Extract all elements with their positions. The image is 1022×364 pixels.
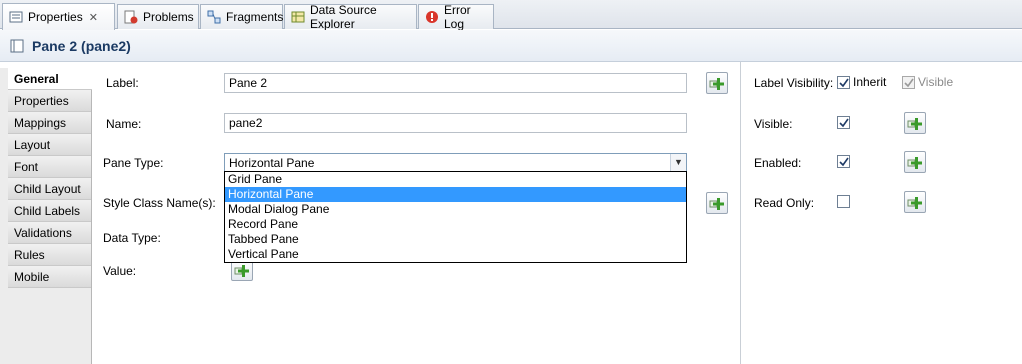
enabled-label: Enabled: <box>754 156 802 170</box>
sidebar-item-properties[interactable]: Properties <box>8 90 91 112</box>
style-class-label: Style Class Name(s): <box>103 196 216 210</box>
read-only-checkbox[interactable] <box>837 195 850 208</box>
fragments-icon <box>207 10 221 24</box>
pane-type-option-vertical[interactable]: Vertical Pane <box>225 247 686 262</box>
enabled-checkbox[interactable] <box>837 155 850 168</box>
sidebar-item-label: Mappings <box>14 115 67 130</box>
add-icon <box>907 197 922 209</box>
pane-type-option-modal-dialog[interactable]: Modal Dialog Pane <box>225 202 686 217</box>
sidebar-item-layout[interactable]: Layout <box>8 134 91 156</box>
tab-problems[interactable]: Problems <box>117 4 199 29</box>
tab-label: Problems <box>143 10 194 24</box>
sidebar-item-mobile[interactable]: Mobile <box>8 266 91 288</box>
problems-icon <box>124 10 138 24</box>
data-type-label: Data Type: <box>103 231 161 245</box>
sidebar-item-general[interactable]: General <box>8 68 93 90</box>
chevron-down-icon[interactable]: ▼ <box>670 154 686 171</box>
add-read-only-rule-button[interactable] <box>904 191 926 213</box>
sidebar: General Properties Mappings Layout Font … <box>0 68 93 364</box>
label-visibility-label: Label Visibility: <box>754 76 834 90</box>
add-visible-rule-button[interactable] <box>904 112 926 134</box>
sidebar-item-label: Mobile <box>14 269 50 284</box>
tab-data-source-explorer[interactable]: Data Source Explorer <box>284 3 417 31</box>
add-style-class-button[interactable] <box>706 192 728 214</box>
tab-label: Data Source Explorer <box>310 3 377 31</box>
add-enabled-rule-button[interactable] <box>904 151 926 173</box>
add-label-binding-button[interactable] <box>706 72 728 94</box>
check-icon <box>839 157 849 167</box>
add-icon <box>709 78 724 90</box>
sidebar-item-validations[interactable]: Validations <box>8 222 91 244</box>
check-icon <box>839 78 849 88</box>
add-icon <box>709 198 724 210</box>
view-tab-bar: Properties ✕ Problems Fragments Data Sou… <box>0 0 1022 31</box>
sidebar-item-label: Validations <box>14 225 72 240</box>
sidebar-item-label: Layout <box>14 137 51 152</box>
label-field-label: Label: <box>106 76 139 90</box>
add-icon <box>907 118 922 130</box>
label-input[interactable]: Pane 2 <box>224 73 687 93</box>
pane-type-option-record[interactable]: Record Pane <box>225 217 686 232</box>
check-icon <box>904 78 914 88</box>
database-icon <box>291 10 305 24</box>
page-title: Pane 2 (pane2) <box>32 37 131 54</box>
tab-label: Error Log <box>444 3 471 31</box>
sidebar-item-mappings[interactable]: Mappings <box>8 112 91 134</box>
pane-type-dropdown-list: Grid Pane Horizontal Pane Modal Dialog P… <box>224 171 687 263</box>
pane-type-option-grid[interactable]: Grid Pane <box>225 172 686 187</box>
sidebar-item-label: Properties <box>14 93 69 108</box>
error-log-icon <box>425 10 439 24</box>
value-label: Value: <box>103 264 137 278</box>
add-icon <box>234 265 249 277</box>
tab-label: Fragments <box>226 10 284 24</box>
sidebar-item-label: Child Layout <box>14 181 81 196</box>
inherit-label: Inherit <box>853 75 887 89</box>
name-field-label: Name: <box>106 117 142 131</box>
name-input[interactable]: pane2 <box>224 113 687 133</box>
visibility-panel <box>741 62 1022 364</box>
sidebar-item-label: General <box>14 71 59 86</box>
sidebar-item-label: Rules <box>14 247 45 262</box>
tab-error-log[interactable]: Error Log <box>418 3 494 31</box>
check-icon <box>839 118 849 128</box>
visible-option-label: Visible <box>918 75 954 89</box>
visible-checkbox[interactable] <box>837 116 850 129</box>
pane-type-label: Pane Type: <box>103 156 164 170</box>
pane-type-value: Horizontal Pane <box>229 156 315 170</box>
pane-icon <box>10 39 24 53</box>
tab-properties[interactable]: Properties ✕ <box>2 3 115 30</box>
sidebar-item-font[interactable]: Font <box>8 156 91 178</box>
visible-option-checkbox <box>902 76 915 89</box>
sidebar-item-child-labels[interactable]: Child Labels <box>8 200 91 222</box>
inherit-checkbox[interactable] <box>837 76 850 89</box>
sidebar-item-child-layout[interactable]: Child Layout <box>8 178 91 200</box>
page-header: Pane 2 (pane2) <box>0 30 1022 62</box>
properties-icon <box>9 10 23 24</box>
pane-type-select[interactable]: Horizontal Pane ▼ <box>224 153 687 172</box>
close-icon[interactable]: ✕ <box>89 11 98 24</box>
add-icon <box>907 157 922 169</box>
pane-type-option-horizontal[interactable]: Horizontal Pane <box>225 187 686 202</box>
sidebar-item-label: Font <box>14 159 39 174</box>
tab-label: Properties <box>28 10 83 24</box>
pane-type-option-tabbed[interactable]: Tabbed Pane <box>225 232 686 247</box>
read-only-label: Read Only: <box>754 196 815 210</box>
tab-fragments[interactable]: Fragments <box>200 4 283 29</box>
visible-label: Visible: <box>754 117 793 131</box>
sidebar-item-rules[interactable]: Rules <box>8 244 91 266</box>
sidebar-item-label: Child Labels <box>14 203 81 218</box>
